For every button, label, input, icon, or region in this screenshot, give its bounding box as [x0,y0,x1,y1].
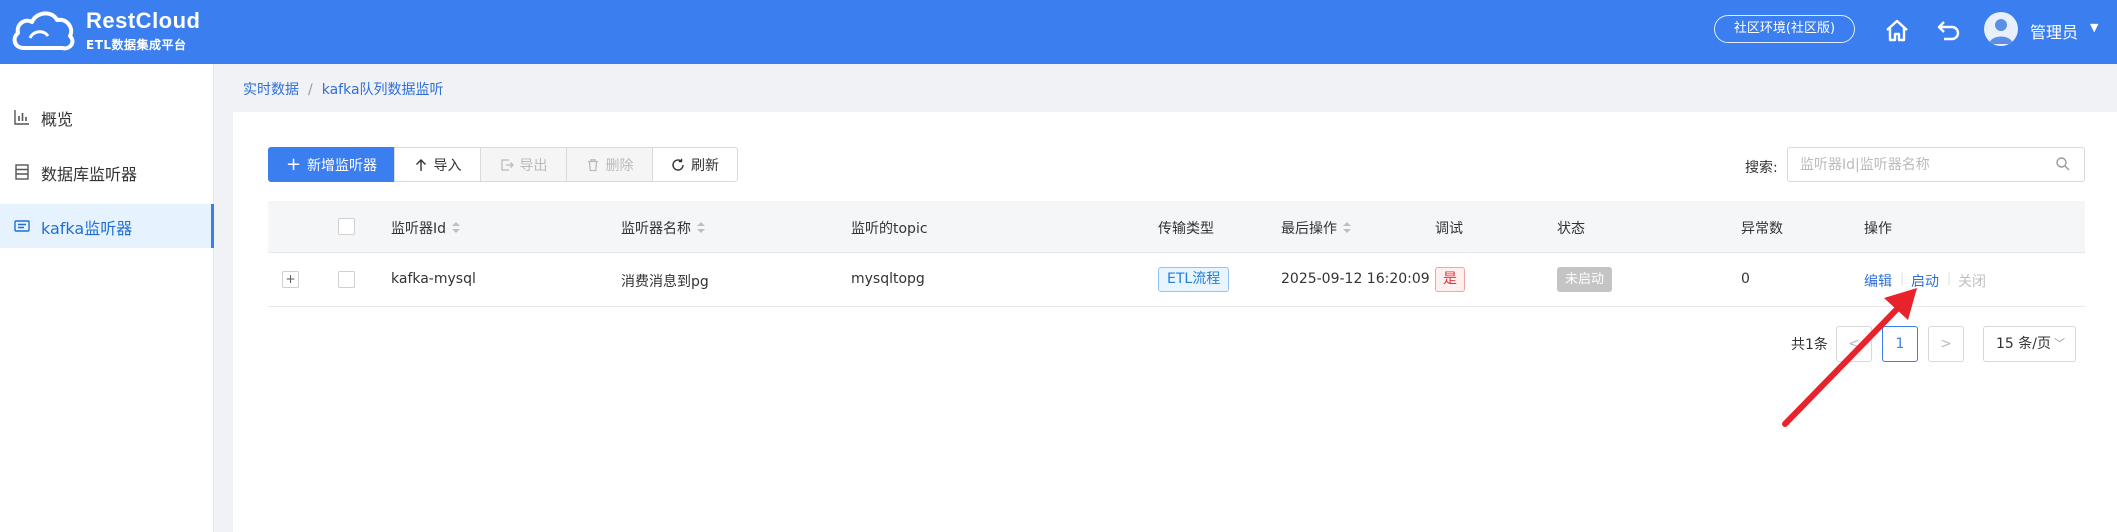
action-separator: | [1947,271,1952,285]
user-name[interactable]: 管理员 [2030,19,2078,43]
table-header: 监听器Id 监听器名称 监听的topic 传输类型 最后操作 调试 状态 异常数… [268,201,2085,253]
refresh-icon [672,158,684,171]
column-header-last-op[interactable]: 最后操作 [1281,218,1351,238]
next-page-button[interactable]: > [1928,326,1964,362]
refresh-label: 刷新 [691,157,719,174]
sort-icon[interactable] [697,222,705,234]
page-size-select[interactable]: 15 条/页 ﹀ [1983,326,2076,362]
column-header-listener-id[interactable]: 监听器Id [391,218,461,238]
chevron-down-icon: ﹀ [2054,337,2065,350]
breadcrumb-separator: / [308,82,313,98]
app-logo[interactable]: RestCloud ETL数据集成平台 [10,6,200,58]
cell-topic: mysqltopg [851,271,925,287]
add-listener-label: 新增监听器 [307,157,378,174]
environment-badge[interactable]: 社区环境(社区版) [1714,15,1855,43]
cell-last-op: 2025-09-12 16:20:09 [1281,271,1430,287]
sort-icon[interactable] [1343,222,1351,234]
prev-page-button[interactable]: < [1836,326,1872,362]
import-button[interactable]: 导入 [394,147,481,182]
delete-label: 删除 [605,157,634,174]
column-header-label: 监听器名称 [621,221,691,237]
export-label: 导出 [519,157,548,174]
total-count: 共1条 [1791,337,1828,353]
edit-link[interactable]: 编辑 [1864,271,1892,291]
column-header-label: 监听器Id [391,221,447,237]
export-icon [500,158,514,171]
row-checkbox[interactable] [338,271,355,288]
column-header-errors: 异常数 [1741,221,1783,237]
transfer-type-tag: ETL流程 [1158,267,1230,292]
sidebar: 概览 数据库监听器 kafka监听器 [0,64,214,532]
column-header-listener-name[interactable]: 监听器名称 [621,218,705,238]
status-badge: 未启动 [1557,267,1613,292]
import-label: 导入 [433,157,462,174]
bar-chart-icon [14,110,29,125]
database-icon [15,164,29,180]
sidebar-item-label: kafka监听器 [41,219,133,238]
top-header: RestCloud ETL数据集成平台 社区环境(社区版) 管理员 ▼ [0,0,2117,64]
user-avatar-icon [1989,19,2013,44]
export-button[interactable]: 导出 [480,147,567,182]
sidebar-item-database-listener[interactable]: 数据库监听器 [0,150,214,194]
user-avatar[interactable] [1984,12,2018,46]
action-separator: | [1900,271,1905,285]
breadcrumb: 实时数据 / kafka队列数据监听 [243,79,444,99]
undo-icon[interactable] [1935,16,1963,44]
column-header-debug: 调试 [1435,221,1463,237]
search-input[interactable] [1787,147,2085,182]
sort-icon[interactable] [452,222,461,234]
trash-icon [587,158,598,171]
cell-listener-id: kafka-mysql [391,271,476,287]
select-all-checkbox[interactable] [338,218,355,235]
cell-listener-name: 消费消息到pg [621,274,709,290]
add-listener-button[interactable]: + 新增监听器 [268,147,395,182]
plus-icon: + [285,153,302,175]
breadcrumb-item-kafka-monitor[interactable]: kafka队列数据监听 [322,82,444,98]
chevron-down-icon[interactable]: ▼ [2090,21,2098,34]
column-header-topic: 监听的topic [851,221,928,237]
cloud-logo-icon [12,11,75,51]
sidebar-item-label: 概览 [41,110,74,129]
column-header-status: 状态 [1557,221,1585,237]
column-header-label: 最后操作 [1281,221,1337,237]
column-header-actions: 操作 [1864,221,1892,237]
breadcrumb-item-realtime[interactable]: 实时数据 [243,82,299,98]
column-header-transfer-type: 传输类型 [1158,221,1214,237]
app-subtitle: ETL数据集成平台 [86,38,187,52]
expand-row-button[interactable]: + [282,271,299,288]
search-label: 搜索: [1745,160,1778,176]
refresh-button[interactable]: 刷新 [652,147,738,182]
table-row: + kafka-mysql 消费消息到pg mysqltopg ETL流程 20… [268,253,2085,307]
close-link[interactable]: 关闭 [1958,271,1986,291]
page-1-button[interactable]: 1 [1882,326,1918,362]
search-icon[interactable] [2055,156,2071,172]
cell-errors: 0 [1741,271,1750,287]
app-name: RestCloud [86,8,201,33]
sidebar-item-kafka-listener[interactable]: kafka监听器 [0,204,214,248]
start-link[interactable]: 启动 [1911,271,1939,291]
sidebar-item-overview[interactable]: 概览 [0,95,214,139]
debug-tag: 是 [1435,267,1465,292]
page-size-value: 15 条/页 [1996,336,2051,352]
sidebar-item-label: 数据库监听器 [41,165,138,184]
home-icon[interactable] [1883,16,1911,44]
arrow-up-icon [415,158,426,171]
delete-button[interactable]: 删除 [566,147,653,182]
kafka-list-icon [14,220,30,232]
